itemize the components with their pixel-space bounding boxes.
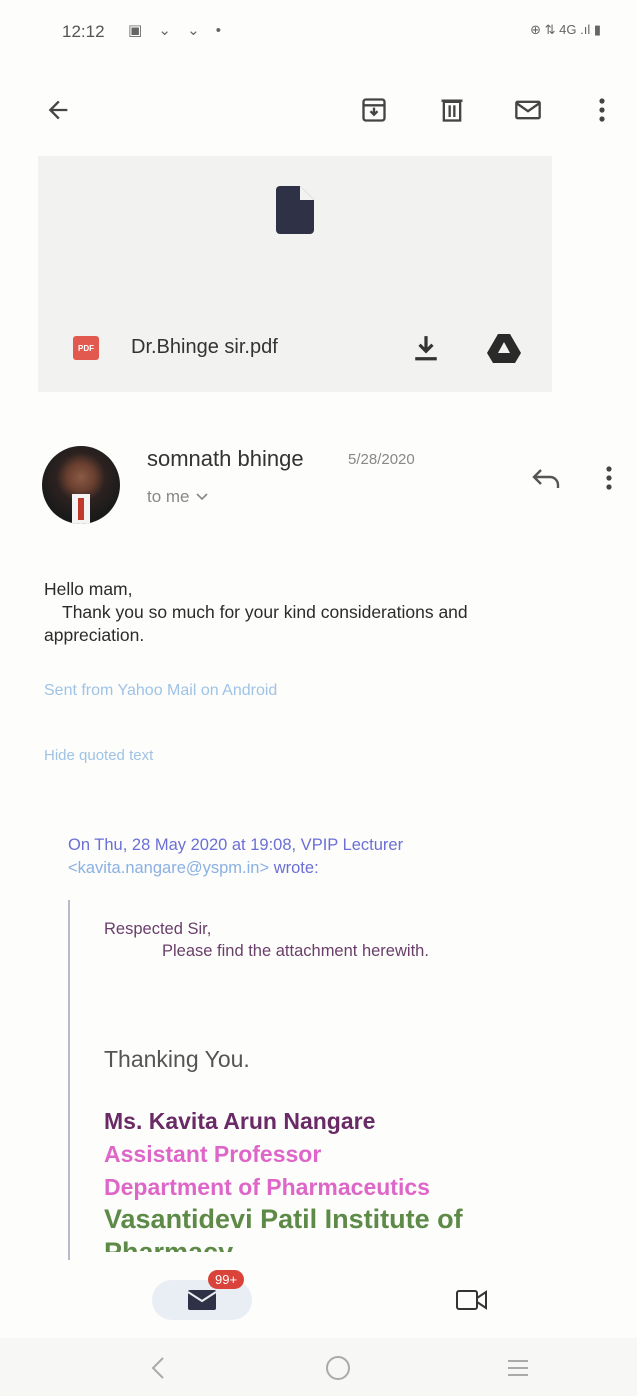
signature-department: Department of Pharmaceutics [104, 1174, 430, 1200]
body-line-2: appreciation. [44, 625, 145, 645]
signature-title: Assistant Professor [104, 1141, 322, 1167]
mail-icon [187, 1290, 217, 1310]
signature-name: Ms. Kavita Arun Nangare [104, 1108, 376, 1134]
recipient-details-toggle[interactable]: to me [147, 487, 208, 507]
signature-institute-line-1: Vasantidevi Patil Institute of [104, 1204, 463, 1234]
mail-icon [515, 100, 541, 120]
more-vert-icon [599, 98, 605, 122]
status-system-icons: ⊕ ⇅ 4G .ıl ▮ [530, 22, 601, 37]
download-button[interactable] [404, 326, 448, 370]
status-time: 12:12 [62, 22, 105, 41]
status-notifications: ▣ ⌄ ⌄ • [128, 22, 228, 39]
save-to-drive-button[interactable] [482, 326, 526, 370]
quoted-header: On Thu, 28 May 2020 at 19:08, VPIP Lectu… [68, 834, 588, 880]
avatar[interactable] [42, 446, 120, 524]
arrow-left-icon [48, 100, 68, 120]
quoted-salutation: Respected Sir, [104, 920, 212, 938]
hide-quoted-text-link[interactable]: Hide quoted text [44, 747, 153, 764]
message-date: 5/28/2020 [348, 451, 415, 468]
delete-button[interactable] [430, 88, 474, 132]
message-more-button[interactable] [594, 456, 624, 500]
pdf-icon: PDF [73, 336, 99, 360]
quoted-thanks: Thanking You. [104, 1046, 250, 1072]
signature-institute: Vasantidevi Patil Institute of Pharmacy [104, 1203, 463, 1252]
back-button[interactable] [36, 88, 80, 132]
message-body: Hello mam, Thank you so much for your ki… [44, 578, 604, 647]
quoted-wrote: wrote: [273, 859, 319, 877]
bottom-navigation [0, 1268, 637, 1332]
archive-button[interactable] [352, 88, 396, 132]
sender-name: somnath bhinge [147, 446, 304, 471]
reply-icon [532, 469, 560, 488]
trash-icon [441, 99, 463, 122]
archive-icon [362, 98, 386, 122]
more-options-button[interactable] [584, 88, 620, 132]
recents-icon [508, 1360, 528, 1376]
status-bar: 12:12 ▣ ⌄ ⌄ • ⊕ ⇅ 4G .ıl ▮ [0, 0, 637, 64]
mark-unread-button[interactable] [506, 88, 550, 132]
download-icon [415, 336, 437, 361]
chevron-left-icon [151, 1357, 164, 1379]
video-camera-icon [456, 1290, 487, 1310]
signature-institute-line-2: Pharmacy [104, 1237, 234, 1252]
reply-button[interactable] [524, 456, 568, 500]
body-line-1: Thank you so much for your kind consider… [62, 602, 468, 622]
system-recents-button[interactable] [498, 1350, 538, 1386]
quote-bar [68, 900, 70, 1260]
recipient-text: to me [147, 487, 190, 506]
drive-icon [487, 334, 521, 363]
home-circle-icon [326, 1356, 350, 1380]
more-vert-icon [606, 466, 612, 490]
greeting: Hello mam, [44, 579, 133, 599]
unread-count-badge: 99+ [208, 1270, 245, 1289]
system-back-button[interactable] [138, 1350, 178, 1386]
chevron-down-icon [195, 493, 208, 501]
document-icon [276, 186, 314, 239]
yahoo-signature-link[interactable]: Sent from Yahoo Mail on Android [44, 682, 277, 700]
attachment-name: Dr.Bhinge sir.pdf [131, 336, 278, 358]
quoted-email-link[interactable]: <kavita.nangare@yspm.in> [68, 859, 269, 877]
quoted-body: Please find the attachment herewith. [162, 942, 429, 960]
meet-tab[interactable] [448, 1280, 496, 1320]
quoted-header-line: On Thu, 28 May 2020 at 19:08, VPIP Lectu… [68, 836, 404, 854]
system-home-button[interactable] [318, 1350, 358, 1386]
